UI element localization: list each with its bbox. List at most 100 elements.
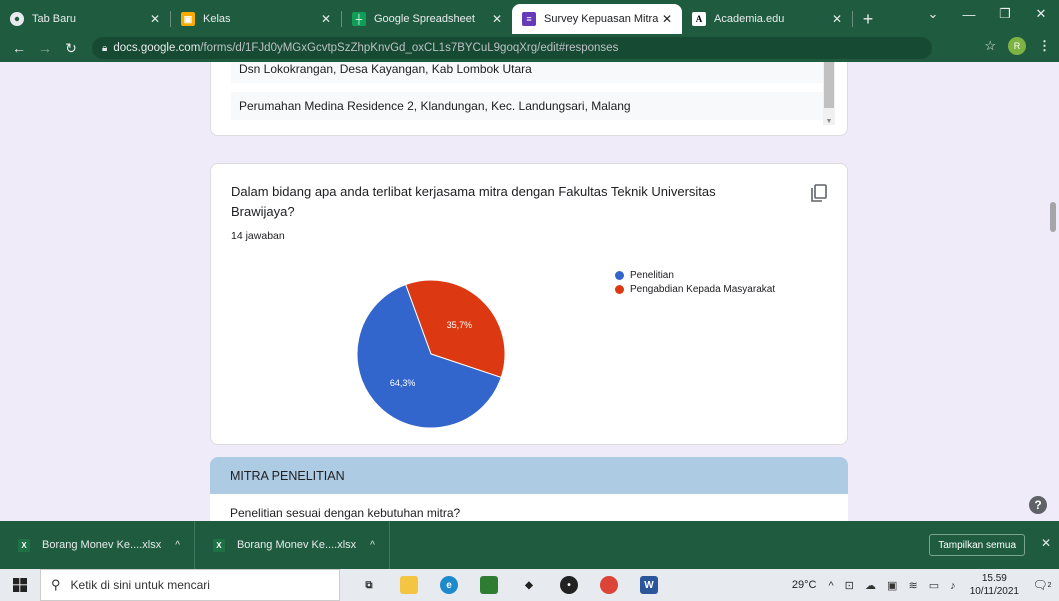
address-bar[interactable]: 🔒︎ docs.google.com /forms/d/1FJd0yMGxGcv… (92, 37, 932, 59)
excel-file-icon: X (212, 538, 225, 552)
edge-icon[interactable]: e (440, 576, 458, 594)
tab-kelas[interactable]: ▣ Kelas ✕ (171, 4, 341, 34)
tab-title: Tab Baru (32, 13, 77, 25)
sheets-icon: ┼ (352, 12, 366, 26)
close-icon[interactable]: ✕ (319, 12, 333, 26)
clock[interactable]: 15.59 10/11/2021 (970, 572, 1019, 598)
taskbar-search-input[interactable]: ⚲ Ketik di sini untuk mencari (40, 569, 340, 601)
notification-count: 2 (1047, 581, 1052, 589)
download-item[interactable]: X Borang Monev Ke....xlsx ^ (0, 521, 195, 569)
chevron-up-icon[interactable]: ^ (370, 540, 375, 551)
legend-item: Penelitian (615, 268, 775, 282)
answers-scrollbar[interactable]: ▼ (823, 62, 835, 125)
tab-title: Academia.edu (714, 13, 785, 25)
chevron-up-icon[interactable]: ^ (175, 540, 180, 551)
page-scroll-thumb[interactable] (1050, 202, 1056, 232)
section-card: MITRA PENELITIAN Penelitian sesuai denga… (210, 457, 848, 521)
forms-icon: ≡ (522, 12, 536, 26)
chrome-taskbar-icon[interactable] (600, 576, 618, 594)
search-placeholder: Ketik di sini untuk mencari (70, 578, 210, 592)
notification-icon[interactable]: 🗨︎ 2 (1032, 576, 1052, 594)
url-host: docs.google.com (113, 42, 201, 54)
chart-legend: Penelitian Pengabdian Kepada Masyarakat (615, 268, 775, 296)
word-icon[interactable]: W (640, 576, 658, 594)
url-path: /forms/d/1FJd0yMGxGcvtpSzZhpKnvGd_oxCL1s… (200, 42, 619, 54)
close-icon[interactable]: ✕ (490, 12, 504, 26)
tab-title: Google Spreadsheet (374, 13, 475, 25)
app-icon[interactable]: ◆ (520, 576, 538, 594)
download-filename: Borang Monev Ke....xlsx (42, 539, 162, 551)
pie-data-label: 64,3% (390, 378, 416, 388)
page-scrollbar[interactable] (1047, 62, 1059, 521)
tray-icons[interactable]: ^ ⊡ ☁ ▣ ≋ ▭ ♪ (828, 579, 959, 592)
show-all-downloads-button[interactable]: Tampilkan semua (929, 534, 1025, 556)
chrome-icon (10, 12, 24, 26)
section-title: MITRA PENELITIAN (210, 457, 848, 494)
app-icon[interactable]: • (560, 576, 578, 594)
windows-start-icon[interactable] (0, 569, 40, 601)
tab-title: Survey Kepuasan Mitra - ( (544, 13, 660, 25)
new-tab-button[interactable]: + (853, 4, 883, 34)
legend-label: Penelitian (630, 269, 674, 281)
restore-button[interactable]: ❐ (987, 0, 1023, 28)
question-card: Dalam bidang apa anda terlibat kerjasama… (210, 163, 848, 445)
screen: Tab Baru ✕ ▣ Kelas ✕ ┼ Google Spreadshee… (0, 0, 1059, 601)
close-download-bar-icon[interactable]: ✕ (1041, 536, 1051, 550)
taskbar-apps: ⧉ e ◆ • W (360, 576, 658, 594)
download-bar: X Borang Monev Ke....xlsx ^ X Borang Mon… (0, 521, 1059, 569)
system-tray: 29°C ^ ⊡ ☁ ▣ ≋ ▭ ♪ 15.59 10/11/2021 🗨︎ 2 (792, 569, 1059, 601)
minimize-button[interactable]: — (951, 0, 987, 28)
question-title: Dalam bidang apa anda terlibat kerjasama… (231, 184, 716, 219)
legend-item: Pengabdian Kepada Masyarakat (615, 282, 775, 296)
download-filename: Borang Monev Ke....xlsx (236, 539, 357, 551)
answer-row: Dsn Lokokrangan, Desa Kayangan, Kab Lomb… (231, 62, 825, 83)
profile-avatar[interactable]: R (1008, 37, 1026, 55)
forward-button[interactable]: → (32, 40, 58, 56)
help-icon[interactable]: ? (1029, 496, 1047, 514)
close-window-button[interactable]: ✕ (1023, 0, 1059, 28)
task-view-icon[interactable]: ⧉ (360, 576, 378, 594)
tab-academia[interactable]: A Academia.edu ✕ (682, 4, 852, 34)
tab-title: Kelas (203, 13, 231, 25)
windows-taskbar: ⚲ Ketik di sini untuk mencari ⧉ e ◆ • W … (0, 569, 1059, 601)
pie-chart: 35,7% 64,3% (356, 279, 506, 429)
scroll-down-arrow-icon[interactable]: ▼ (824, 118, 834, 125)
download-item[interactable]: X Borang Monev Ke....xlsx ^ (195, 521, 390, 569)
next-question-title: Penelitian sesuai dengan kebutuhan mitra… (230, 506, 461, 520)
tab-survey-kepuasan-mitra[interactable]: ≡ Survey Kepuasan Mitra - ( ✕ (512, 4, 682, 34)
answers-scroll-thumb[interactable] (824, 62, 834, 108)
pie-data-label: 35,7% (447, 320, 473, 330)
clock-date: 10/11/2021 (969, 586, 1019, 597)
close-icon[interactable]: ✕ (660, 12, 674, 26)
address-answers-card: Dsn Lokokrangan, Desa Kayangan, Kab Lomb… (210, 62, 848, 136)
legend-label: Pengabdian Kepada Masyarakat (630, 283, 776, 295)
browser-toolbar: ← → ↻ 🔒︎ docs.google.com /forms/d/1FJd0y… (0, 34, 1059, 62)
classroom-icon: ▣ (181, 12, 195, 26)
tab-search-icon[interactable]: ⌄ (915, 0, 951, 28)
legend-swatch (615, 270, 624, 280)
search-icon: ⚲ (51, 577, 61, 592)
copy-chart-icon[interactable] (811, 184, 827, 202)
photos-icon[interactable] (480, 576, 498, 594)
back-button[interactable]: ← (6, 40, 32, 56)
weather-temperature[interactable]: 29°C (792, 579, 817, 591)
window-controls: ⌄ — ❐ ✕ (915, 0, 1059, 28)
bookmark-star-icon[interactable]: ☆ (984, 38, 996, 54)
legend-swatch (615, 284, 624, 294)
tab-google-spreadsheet[interactable]: ┼ Google Spreadsheet ✕ (342, 4, 512, 34)
menu-icon[interactable]: ⋮ (1038, 38, 1051, 54)
tab-strip: Tab Baru ✕ ▣ Kelas ✕ ┼ Google Spreadshee… (0, 0, 1059, 34)
academia-icon: A (692, 12, 706, 26)
answer-row: Perumahan Medina Residence 2, Klandungan… (231, 92, 825, 120)
form-responses-page: Dsn Lokokrangan, Desa Kayangan, Kab Lomb… (0, 62, 1059, 521)
file-explorer-icon[interactable] (400, 576, 418, 594)
close-icon[interactable]: ✕ (830, 12, 844, 26)
close-icon[interactable]: ✕ (148, 12, 162, 26)
lock-icon: 🔒︎ (102, 42, 108, 54)
clock-time: 15.59 (981, 573, 1007, 584)
toolbar-right: ☆ R ⋮ (984, 37, 1051, 55)
excel-file-icon: X (18, 538, 30, 552)
tab-tab-baru[interactable]: Tab Baru ✕ (0, 4, 170, 34)
response-count: 14 jawaban (231, 230, 285, 242)
reload-button[interactable]: ↻ (58, 40, 84, 57)
